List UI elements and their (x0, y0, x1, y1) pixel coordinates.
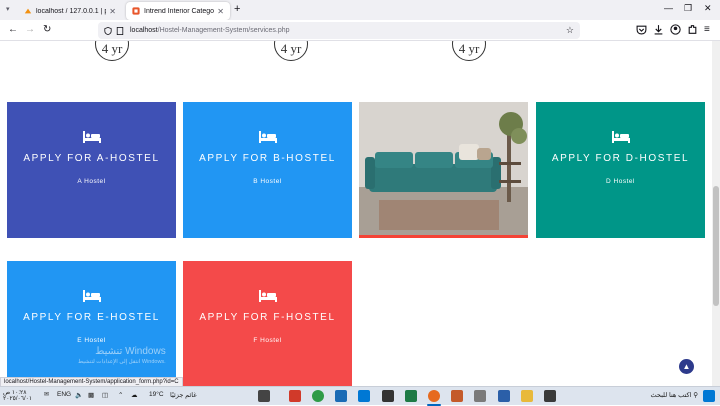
chevron-up-icon: ▲ (682, 362, 691, 371)
taskbar-app-icon[interactable] (289, 390, 301, 402)
url-host: localhost (130, 27, 158, 34)
onedrive-icon[interactable]: ☁ (131, 391, 138, 399)
network-icon[interactable]: ▩ (88, 391, 94, 399)
phpmyadmin-favicon-icon (24, 8, 32, 14)
taskbar-app-icon[interactable] (258, 390, 270, 402)
firefox-icon[interactable] (428, 390, 440, 402)
list-all-tabs-icon[interactable]: ▾ (6, 5, 10, 13)
card-title[interactable]: Apply for F-Hostel (199, 312, 335, 323)
apply-b-hostel-card[interactable]: Apply for B-Hostel B Hostel (183, 102, 352, 238)
task-view-icon[interactable] (544, 390, 556, 402)
downloads-icon[interactable] (653, 24, 664, 35)
scroll-to-top-button[interactable]: ▲ (679, 359, 694, 374)
apply-f-hostel-card[interactable]: Apply for F-Hostel F Hostel (183, 261, 352, 386)
site-favicon-icon (132, 7, 140, 15)
search-icon: ⚲ (693, 392, 698, 399)
windows-taskbar: ١٠:٢٨ ص ٢٠٢٥/٠٦/٠١ ✉ ENG 🔈 ▩ ◫ ⌃ ☁ 19°C … (0, 386, 720, 406)
page-scrollbar[interactable] (712, 41, 720, 386)
chrome-icon[interactable] (312, 390, 324, 402)
apply-d-hostel-card[interactable]: Apply for D-Hostel D Hostel (536, 102, 705, 238)
card-subtitle: E Hostel (77, 337, 106, 344)
services-page: 4 yr 4 yr 4 yr Apply for A-Hostel A Host… (0, 41, 712, 386)
extensions-icon[interactable] (687, 24, 698, 35)
tab-intrend-interior[interactable]: Intrend Interior Category Flat Bootstrap… (126, 2, 230, 20)
apply-a-hostel-card[interactable]: Apply for A-Hostel A Hostel (7, 102, 176, 238)
card-subtitle: A Hostel (77, 178, 106, 185)
bed-icon (258, 131, 277, 143)
apply-e-hostel-card[interactable]: Apply for E-Hostel E Hostel (7, 261, 176, 386)
close-tab-icon[interactable]: ✕ (217, 7, 224, 16)
volume-icon[interactable]: 🔈 (75, 391, 83, 399)
close-window-icon[interactable]: ✕ (704, 3, 712, 14)
card-title[interactable]: Apply for B-Hostel (199, 153, 336, 164)
browser-navigation-bar: ← → ↻ localhost/Hostel-Management-System… (0, 20, 720, 41)
taskbar-app-icon[interactable] (474, 390, 486, 402)
pocket-icon[interactable] (636, 24, 647, 35)
bed-icon (82, 290, 101, 302)
windows-activation-watermark: تنشيط Windows انتقل إلى الإعدادات لتنشيط… (78, 346, 166, 365)
tab-phpmyadmin[interactable]: localhost / 127.0.0.1 | phpMyAdmin ✕ (18, 2, 122, 20)
app-menu-icon[interactable]: ≡ (704, 24, 710, 35)
show-hidden-icons-icon[interactable]: ⌃ (118, 391, 123, 399)
duration-badge: 4 yr (274, 41, 308, 61)
link-status-url: localhost/Hostel-Management-System/appli… (0, 377, 183, 386)
file-explorer-icon[interactable] (521, 390, 533, 402)
battery-icon[interactable]: ◫ (102, 391, 108, 399)
terminal-icon[interactable] (382, 390, 394, 402)
bed-icon (611, 131, 630, 143)
back-arrow-icon[interactable]: ← (8, 24, 18, 35)
notifications-icon[interactable]: ✉ (44, 391, 49, 398)
bookmark-star-icon[interactable]: ☆ (566, 25, 574, 36)
card-title[interactable]: Apply for D-Hostel (552, 153, 689, 164)
card-subtitle: B Hostel (253, 178, 282, 185)
card-subtitle: D Hostel (606, 178, 635, 185)
clock-date: ٢٠٢٥/٠٦/٠١ (3, 396, 33, 402)
taskbar-search-box[interactable]: اكتب هنا للبحث ⚲ (568, 391, 698, 399)
browser-tab-strip: ▾ localhost / 127.0.0.1 | phpMyAdmin ✕ I… (0, 0, 720, 20)
reload-icon[interactable]: ↻ (43, 24, 51, 35)
duration-badge: 4 yr (95, 41, 129, 61)
duration-badge: 4 yr (452, 41, 486, 61)
new-tab-button[interactable]: + (234, 3, 240, 15)
shield-icon[interactable] (104, 26, 112, 35)
hostel-room-photo (359, 102, 528, 238)
close-tab-icon[interactable]: ✕ (109, 7, 116, 16)
bed-icon (258, 290, 277, 302)
language-indicator[interactable]: ENG (57, 391, 71, 398)
scrollbar-thumb[interactable] (713, 186, 719, 306)
weather-temp[interactable]: 19°C (149, 391, 164, 398)
forward-arrow-icon[interactable]: → (25, 24, 35, 35)
card-title[interactable]: Apply for A-Hostel (23, 153, 159, 164)
weather-label[interactable]: غائم جزئيًا (170, 391, 197, 399)
url-path: /Hostel-Management-System/services.php (157, 27, 290, 34)
account-icon[interactable] (670, 24, 681, 35)
xampp-icon[interactable] (451, 390, 463, 402)
minimize-window-icon[interactable]: — (664, 3, 673, 13)
tab-title: Intrend Interior Category Flat Bootstrap (144, 7, 215, 15)
tab-title: localhost / 127.0.0.1 | phpMyAdmin (36, 7, 106, 15)
search-placeholder: اكتب هنا للبحث (650, 392, 692, 399)
page-info-icon[interactable] (116, 26, 124, 35)
watermark-subtitle: انتقل إلى الإعدادات لتنشيط Windows. (78, 359, 166, 365)
card-title[interactable]: Apply for E-Hostel (23, 312, 160, 323)
watermark-title: تنشيط Windows (95, 346, 166, 357)
windows-start-icon[interactable] (703, 390, 715, 402)
living-room-illustration (359, 102, 528, 235)
card-subtitle: F Hostel (253, 337, 282, 344)
vscode-icon[interactable] (358, 390, 370, 402)
clock[interactable]: ١٠:٢٨ ص ٢٠٢٥/٠٦/٠١ (3, 390, 32, 402)
taskbar-app-icon[interactable] (498, 390, 510, 402)
address-bar[interactable]: localhost/Hostel-Management-System/servi… (98, 22, 580, 39)
restore-window-icon[interactable]: ❐ (684, 3, 692, 14)
bed-icon (82, 131, 101, 143)
excel-icon[interactable] (405, 390, 417, 402)
edge-icon[interactable] (335, 390, 347, 402)
